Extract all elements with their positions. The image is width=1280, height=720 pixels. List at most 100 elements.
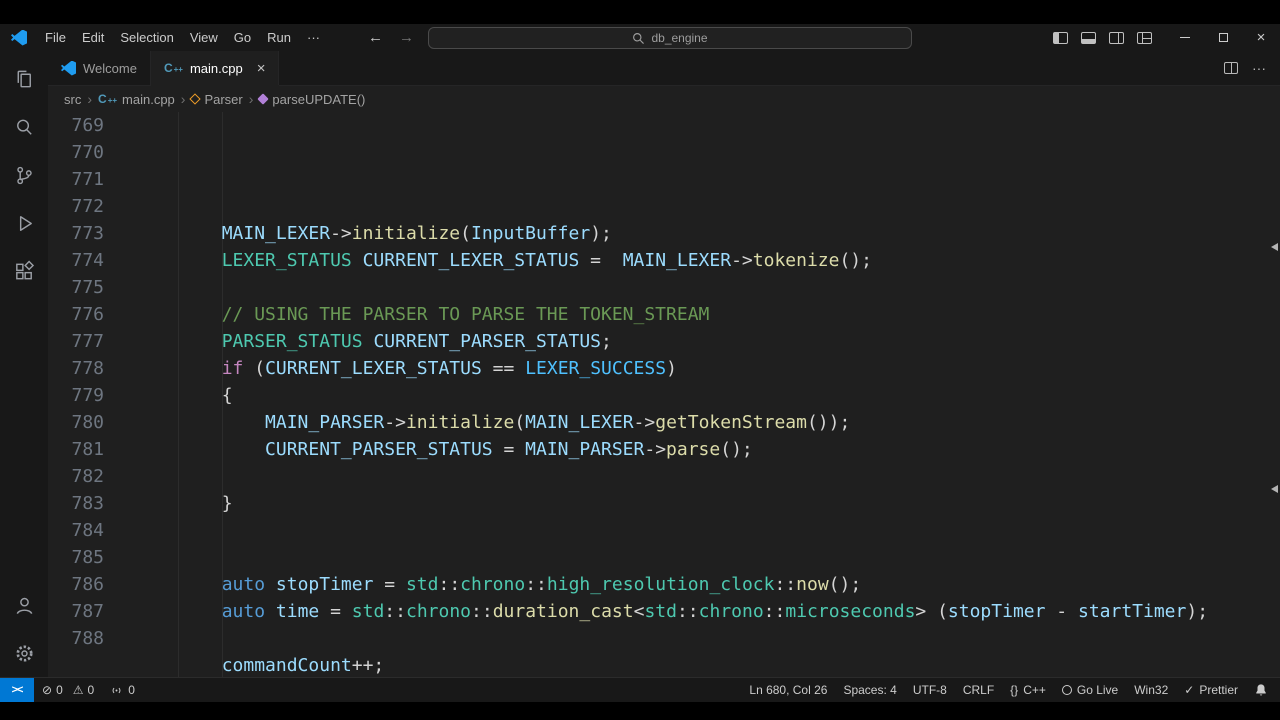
indentation-status[interactable]: Spaces: 4 [835,678,904,702]
notifications-bell[interactable] [1246,678,1276,702]
line-number[interactable]: 786 [48,571,118,598]
line-number[interactable]: 779 [48,382,118,409]
menu-more-icon[interactable]: ··· [299,27,328,48]
line-number[interactable]: 772 [48,193,118,220]
breadcrumb-item-parser[interactable]: Parser [189,92,243,107]
line-number[interactable]: 783 [48,490,118,517]
run-debug-icon[interactable] [0,199,48,247]
code-line[interactable]: MAIN_LEXER->initialize(InputBuffer); [118,220,1280,247]
menu-go[interactable]: Go [226,27,259,48]
menu-file[interactable]: File [37,27,74,48]
code-line[interactable] [118,544,1280,571]
restore-icon [1218,33,1228,42]
menu-edit[interactable]: Edit [74,27,112,48]
code-line[interactable]: PARSER_STATUS CURRENT_PARSER_STATUS; [118,328,1280,355]
tab-main-cpp[interactable]: C ++ main.cpp × [150,51,280,85]
line-number[interactable]: 771 [48,166,118,193]
line-number[interactable]: 775 [48,274,118,301]
extensions-icon[interactable] [0,247,48,295]
line-number[interactable]: 773 [48,220,118,247]
settings-gear-icon[interactable] [0,629,48,677]
minimize-button[interactable] [1166,24,1204,51]
toggle-secondary-sidebar-icon[interactable] [1109,31,1124,44]
source-control-icon[interactable] [0,151,48,199]
search-sidebar-icon[interactable] [0,103,48,151]
tab-welcome[interactable]: Welcome [48,51,151,85]
main-area: Welcome C ++ main.cpp × ··· src › C ++ main.cpp ›… [0,51,1280,677]
remote-indicator[interactable]: >< [0,678,34,702]
search-icon [633,32,645,44]
code-line[interactable]: if (CURRENT_LEXER_STATUS == LEXER_SUCCES… [118,355,1280,382]
cursor-position[interactable]: Ln 680, Col 26 [741,678,835,702]
breadcrumb-item-src[interactable]: src [64,92,81,107]
menu-selection[interactable]: Selection [112,27,181,48]
line-number[interactable]: 788 [48,625,118,652]
code-line[interactable]: commandCount++; [118,652,1280,677]
restore-button[interactable] [1204,24,1242,51]
code-line[interactable]: // USING THE PARSER TO PARSE THE TOKEN_S… [118,301,1280,328]
code-line[interactable]: auto stopTimer = std::chrono::high_resol… [118,571,1280,598]
toggle-primary-sidebar-icon[interactable] [1053,31,1068,44]
line-number[interactable]: 785 [48,544,118,571]
encoding-status[interactable]: UTF-8 [905,678,955,702]
editor-more-actions-icon[interactable]: ··· [1252,60,1266,76]
back-button[interactable]: ← [368,29,383,46]
tab-list: Welcome C ++ main.cpp × [48,51,280,85]
line-number[interactable]: 778 [48,355,118,382]
eol-status[interactable]: CRLF [955,678,1002,702]
code-line[interactable]: } [118,490,1280,517]
account-icon[interactable] [0,581,48,629]
code-line[interactable]: auto time = std::chrono::duration_cast<s… [118,598,1280,625]
line-number[interactable]: 787 [48,598,118,625]
line-number[interactable]: 770 [48,139,118,166]
breadcrumb-item-parseupdate[interactable]: parseUPDATE() [257,92,365,107]
code-area[interactable]: MAIN_LEXER->initialize(InputBuffer); LEX… [118,112,1280,677]
toggle-panel-icon[interactable] [1081,31,1096,44]
ports-status[interactable]: 0 [102,678,143,702]
titlebar: File Edit Selection View Go Run ··· ← → db_eng… [0,24,1280,51]
go-live-button[interactable]: Go Live [1054,678,1126,702]
activity-bar [0,51,48,677]
code-line[interactable]: LEXER_STATUS CURRENT_LEXER_STATUS = MAIN… [118,247,1280,274]
code-line[interactable]: CURRENT_PARSER_STATUS = MAIN_PARSER->par… [118,436,1280,463]
line-number[interactable]: 782 [48,463,118,490]
titlebar-right: × [1053,24,1280,51]
line-number[interactable]: 769 [48,112,118,139]
go-live-label: Go Live [1076,683,1119,697]
screen: File Edit Selection View Go Run ··· ← → db_eng… [0,0,1280,720]
line-number[interactable]: 780 [48,409,118,436]
line-number[interactable] [48,652,118,677]
tab-label: Welcome [83,60,137,76]
vscode-window: File Edit Selection View Go Run ··· ← → db_eng… [0,24,1280,702]
code-line[interactable] [118,274,1280,301]
line-number[interactable]: 777 [48,328,118,355]
command-center-search[interactable]: db_engine [428,27,912,49]
editor[interactable]: 769 770 771 772 773 774 775 776 777 778 779 780 781 7… [48,112,1280,677]
close-tab-icon[interactable]: × [257,61,266,76]
code-line[interactable]: MAIN_PARSER->initialize(MAIN_LEXER->getT… [118,409,1280,436]
code-line[interactable]: { [118,382,1280,409]
line-number[interactable]: 776 [48,301,118,328]
problems-status[interactable]: ⊘ 0 ⚠ 0 [34,678,102,702]
explorer-icon[interactable] [0,55,48,103]
line-number[interactable]: 774 [48,247,118,274]
code-line[interactable] [118,625,1280,652]
split-editor-icon[interactable] [1224,62,1238,74]
customize-layout-icon[interactable] [1137,31,1152,44]
os-target[interactable]: Win32 [1126,678,1176,702]
window-controls: × [1166,24,1280,51]
code-line[interactable] [118,517,1280,544]
line-number[interactable]: 781 [48,436,118,463]
prettier-status[interactable]: ✓ Prettier [1176,678,1246,702]
go-live-icon [1061,685,1072,695]
forward-button[interactable]: → [399,29,414,46]
line-number[interactable]: 784 [48,517,118,544]
close-button[interactable]: × [1242,24,1280,51]
tab-bar: Welcome C ++ main.cpp × ··· [48,51,1280,86]
menu-run[interactable]: Run [259,27,299,48]
breadcrumb-item-main-cpp[interactable]: C ++ main.cpp [98,92,175,107]
code-line[interactable] [118,463,1280,490]
language-mode[interactable]: {} C++ [1002,678,1054,702]
menu-view[interactable]: View [182,27,226,48]
class-symbol-icon [189,93,202,105]
